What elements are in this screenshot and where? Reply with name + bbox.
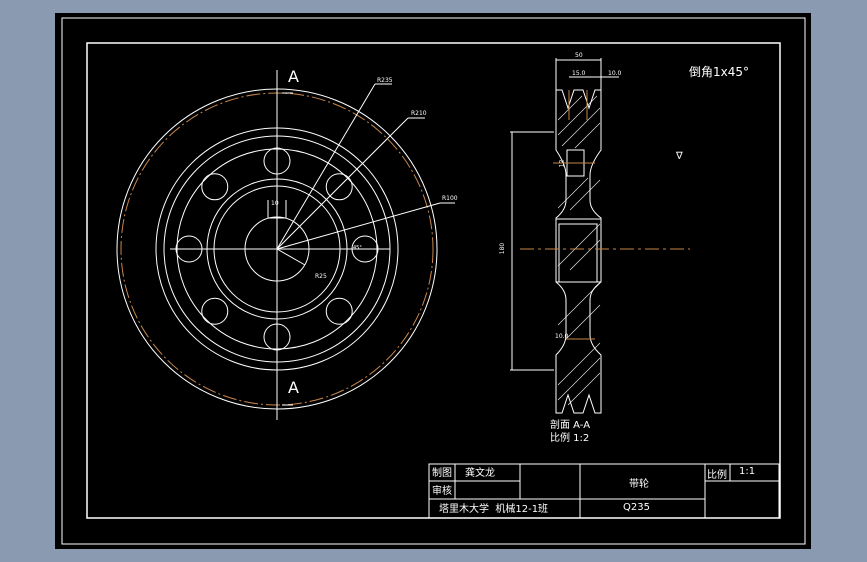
drawing-sheet: A A R235 R210 R100 R25 10 45° 50 15.0 10… <box>55 13 811 549</box>
dim-r25: R25 <box>315 273 327 280</box>
dim-hole-angle: 45° <box>353 245 362 251</box>
drawn-name: 龚文龙 <box>465 468 495 479</box>
section-mark-top: A <box>288 67 299 86</box>
scale-value: 1:1 <box>739 466 756 477</box>
scale-label: 比例 <box>707 470 727 481</box>
dim-web2: 10.0 <box>555 333 569 340</box>
dim-r100: R100 <box>442 195 458 202</box>
dim-web: 12 <box>558 159 566 168</box>
dim-r235: R235 <box>377 77 393 84</box>
dim-width: 50 <box>575 52 583 59</box>
school-class: 塔里木大学 机械12-1班 <box>439 504 549 515</box>
dim-groove-pitch: 15.0 <box>572 70 586 77</box>
dim-keyway: 10 <box>271 200 279 207</box>
part-name: 带轮 <box>629 479 649 490</box>
roughness-symbol-icon: ∇ <box>676 151 683 162</box>
dim-r210: R210 <box>411 110 427 117</box>
material: Q235 <box>623 502 650 513</box>
chamfer-note: 倒角1x45° <box>689 65 750 79</box>
drawn-label: 制图 <box>432 468 452 479</box>
checked-label: 审核 <box>432 486 452 497</box>
dim-hub-diameter: 180 <box>499 242 507 255</box>
dim-groove-edge: 10.0 <box>608 70 622 77</box>
section-scale-label: 比例 1:2 <box>550 433 590 444</box>
section-mark-bottom: A <box>288 378 299 397</box>
